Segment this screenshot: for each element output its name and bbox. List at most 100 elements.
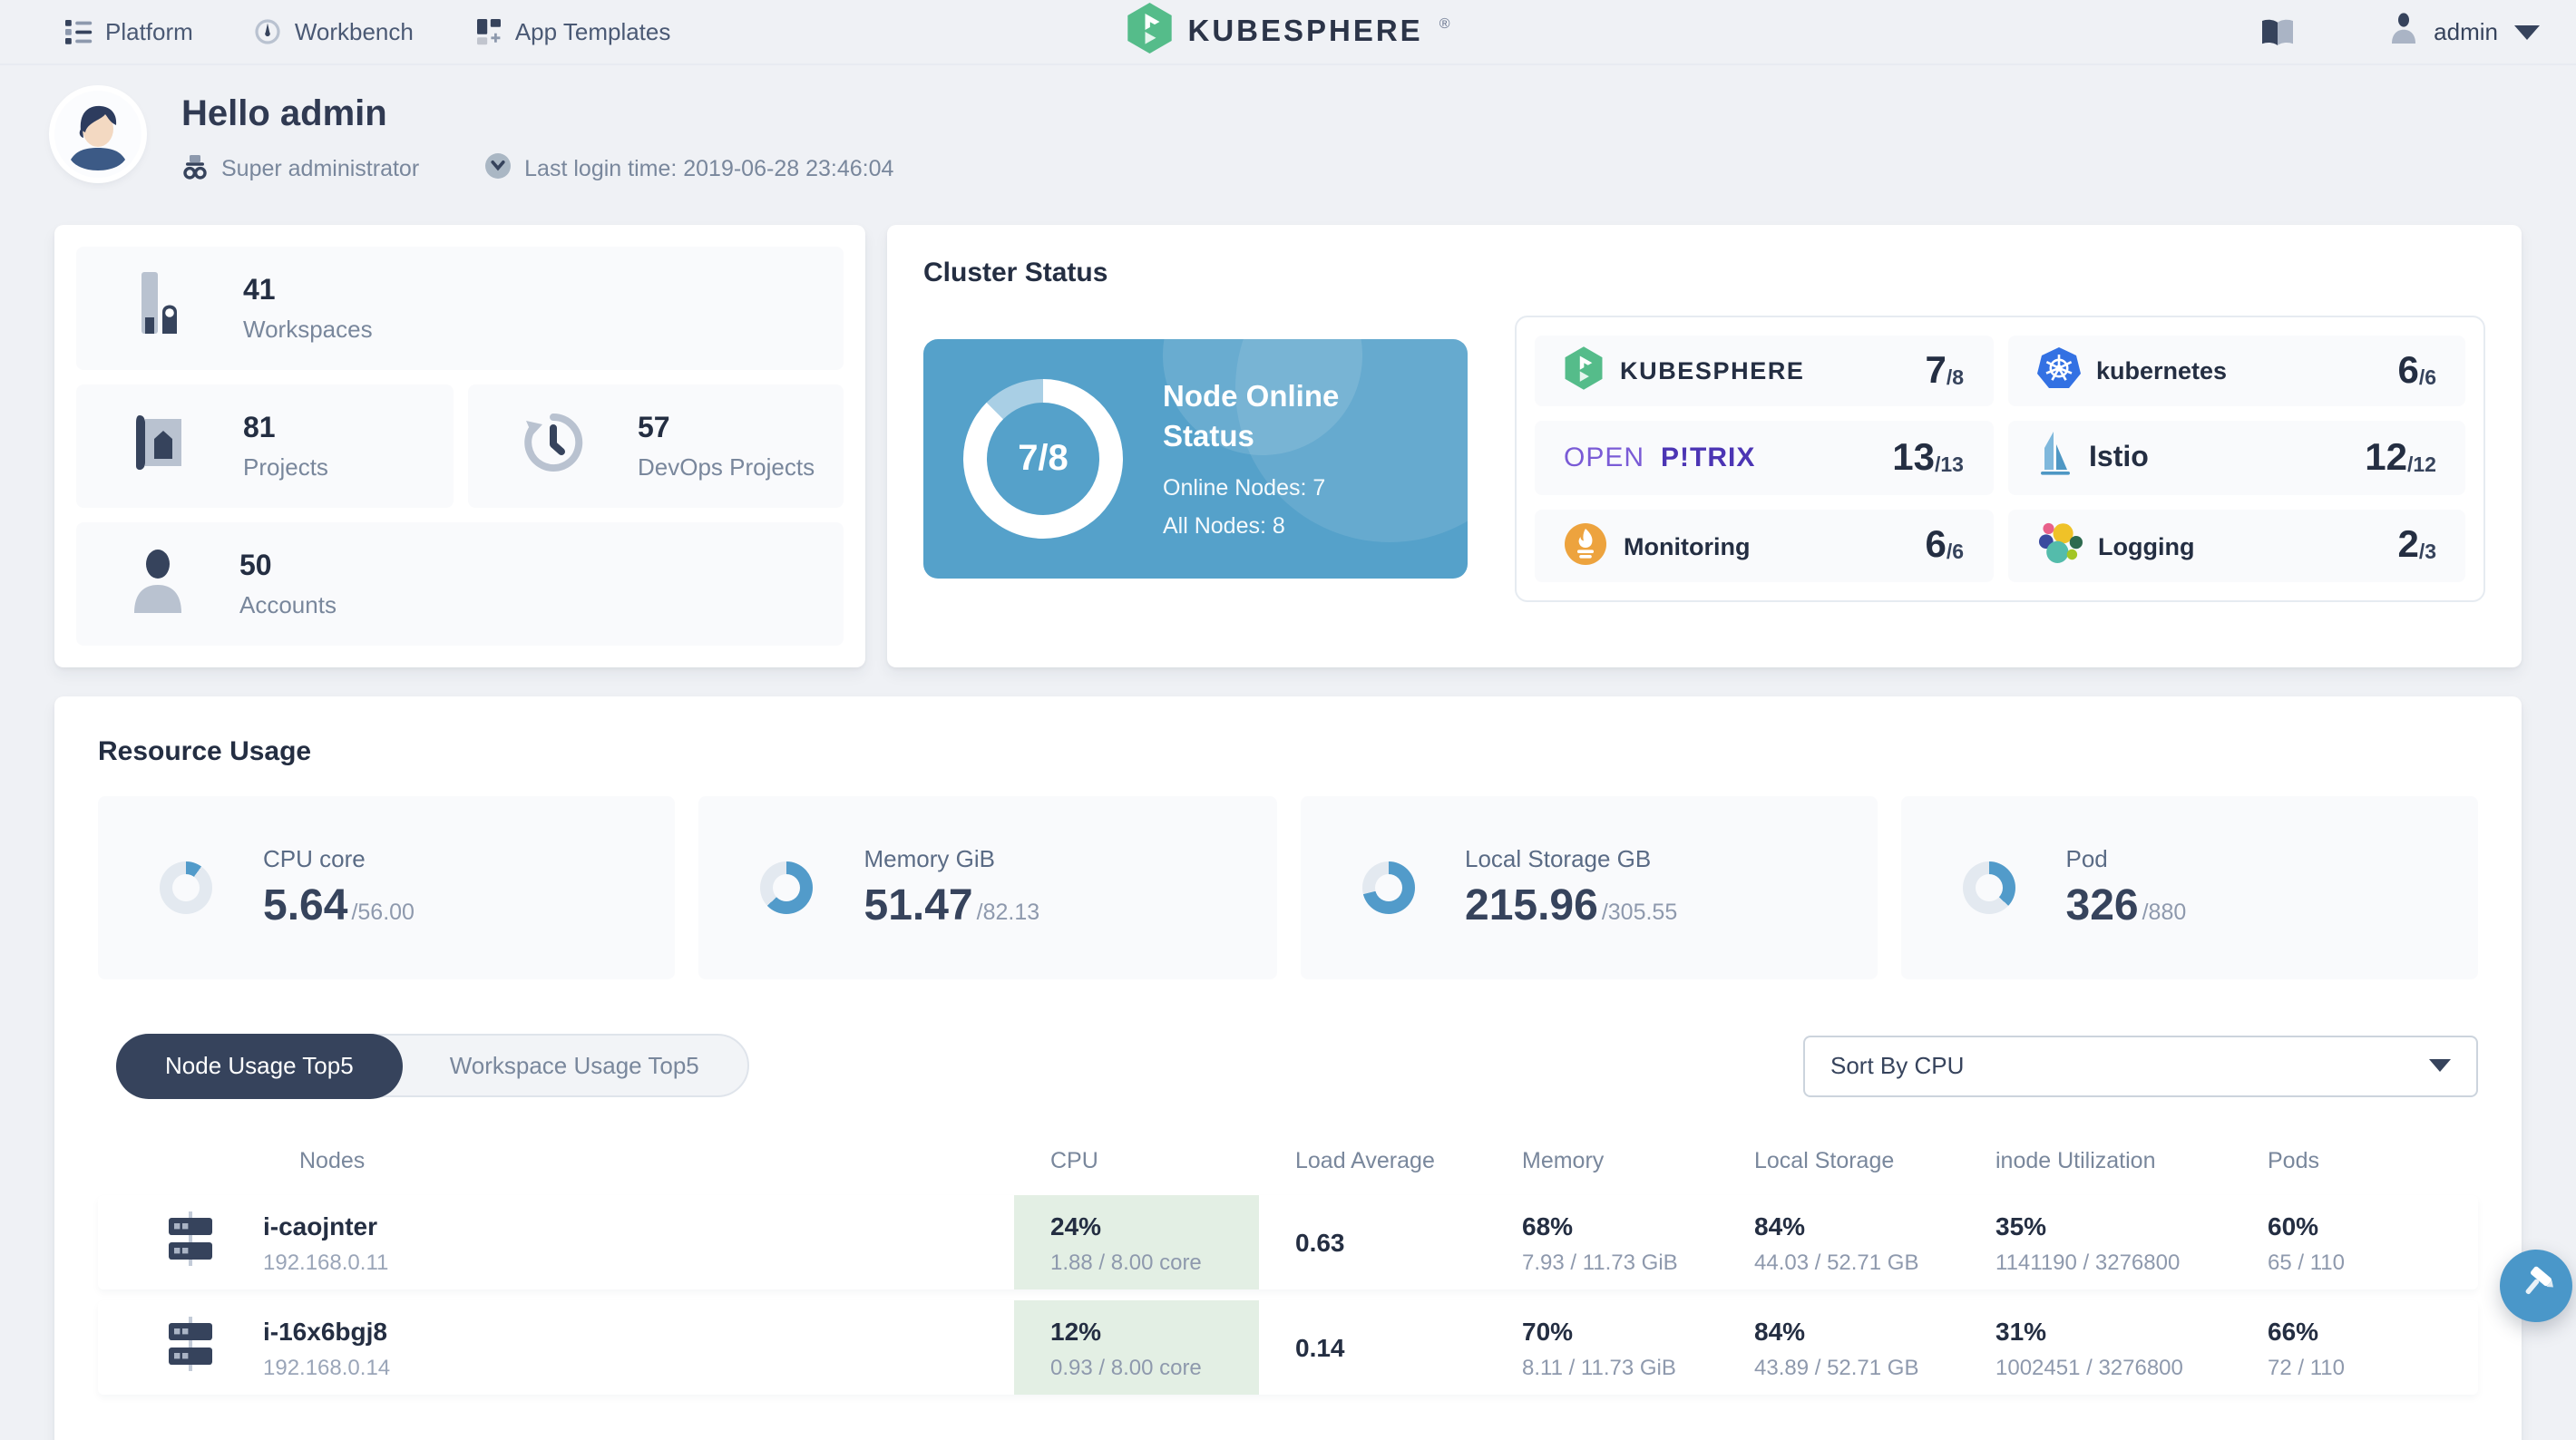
memory-donut <box>760 861 814 914</box>
col-header-inode: inode Utilization <box>1995 1148 2156 1173</box>
user-menu[interactable]: admin <box>2388 12 2540 52</box>
component-istio: Istio 12/12 <box>2007 421 2465 495</box>
platform-stats-card: 41 Workspaces 81 Projects 57 DevOps Proj… <box>54 225 865 667</box>
component-total: /6 <box>1946 542 1964 564</box>
nav-workbench-label: Workbench <box>294 18 414 45</box>
resource-total: /880 <box>2142 899 2187 924</box>
stat-tile-accounts[interactable]: 50 Accounts <box>76 522 844 646</box>
projects-count: 81 <box>243 413 276 443</box>
component-value: 6 <box>1925 524 1947 566</box>
local-storage-cell: 84% 44.03 / 52.71 GB <box>1754 1211 1919 1274</box>
projects-icon <box>131 411 189 482</box>
user-role-label: Super administrator <box>221 156 420 181</box>
nav-app-templates[interactable]: App Templates <box>475 18 671 45</box>
user-role: Super administrator <box>181 153 419 184</box>
kubesphere-logo-icon <box>1126 2 1173 62</box>
resource-used: 5.64 <box>263 881 348 929</box>
col-header-load: Load Average <box>1295 1148 1435 1173</box>
pod-donut <box>1962 861 2015 914</box>
node-ip: 192.168.0.14 <box>263 1354 391 1379</box>
table-row-node-2[interactable]: i-16x6bgj8 192.168.0.14 12% 0.93 / 8.00 … <box>98 1300 2478 1395</box>
stat-tile-devops[interactable]: 57 DevOps Projects <box>467 384 844 508</box>
caret-down-icon <box>2429 1059 2451 1072</box>
devops-projects-icon <box>522 411 583 482</box>
node-name[interactable]: i-16x6bgj8 <box>263 1316 390 1345</box>
resource-tile-memory: Memory GiB 51.47/82.13 <box>698 796 1276 979</box>
table-row-node-1[interactable]: i-caojnter 192.168.0.11 24% 1.88 / 8.00 … <box>98 1195 2478 1289</box>
memory-cell: 70% 8.11 / 11.73 GiB <box>1522 1316 1676 1379</box>
workspaces-label: Workspaces <box>243 315 373 342</box>
brand-registered-mark: ® <box>1439 15 1450 31</box>
nav-app-templates-label: App Templates <box>514 18 671 45</box>
chevron-down-icon <box>2514 24 2540 39</box>
usage-tabs: Node Usage Top5 Workspace Usage Top5 <box>116 1033 750 1098</box>
component-kubernetes: kubernetes 6/6 <box>2007 336 2465 406</box>
component-total: /8 <box>1946 367 1964 389</box>
toolbox-button[interactable] <box>2500 1250 2572 1322</box>
openpitrix-logo: OPEN P!TRIX <box>1564 443 1756 473</box>
documentation-icon[interactable] <box>2259 17 2294 46</box>
last-login: Last login time: 2019-06-28 23:46:04 <box>484 152 893 185</box>
resource-label: CPU core <box>263 844 366 871</box>
component-monitoring: Monitoring 6/6 <box>1535 510 1993 582</box>
inode-cell: 35% 1141190 / 3276800 <box>1995 1211 2181 1274</box>
stat-tile-projects[interactable]: 81 Projects <box>76 384 453 508</box>
tab-workspace-usage-top5[interactable]: Workspace Usage Top5 <box>401 1034 748 1097</box>
avatar[interactable] <box>54 91 141 178</box>
role-icon <box>181 153 209 184</box>
online-nodes-count: Online Nodes: 7 <box>1163 474 1326 501</box>
load-average-cell: 0.14 <box>1295 1333 1345 1362</box>
stat-tile-workspaces[interactable]: 41 Workspaces <box>76 247 844 370</box>
node-online-ratio: 7/8 <box>1018 438 1068 478</box>
component-total: /6 <box>2418 367 2436 389</box>
kubesphere-logo[interactable]: KUBESPHERE ® <box>1126 2 1450 62</box>
cluster-status-title: Cluster Status <box>923 258 1108 288</box>
component-name: Monitoring <box>1624 532 1751 559</box>
topbar-right-group: admin <box>2259 12 2540 52</box>
node-ip: 192.168.0.11 <box>263 1249 389 1274</box>
node-online-donut: 7/8 <box>963 379 1123 539</box>
projects-label: Projects <box>243 452 328 480</box>
resource-label: Memory GiB <box>864 844 995 871</box>
kubesphere-icon <box>1564 346 1604 395</box>
pods-cell: 60% 65 / 110 <box>2268 1211 2345 1274</box>
usage-controls: Node Usage Top5 Workspace Usage Top5 Sor… <box>98 1033 2478 1098</box>
components-grid: KUBESPHERE 7/8 kubernetes 6/6 OPEN P!TRIX… <box>1515 316 2485 602</box>
nav-platform[interactable]: Platform <box>65 18 193 45</box>
greeting-title: Hello admin <box>181 94 387 134</box>
resource-used: 326 <box>2065 881 2139 929</box>
top-nav-bar: Platform Workbench App Templates KUBESPH… <box>0 0 2576 65</box>
component-name: Logging <box>2098 532 2195 559</box>
sort-by-value: Sort By CPU <box>1830 1052 1965 1079</box>
nav-platform-label: Platform <box>105 18 193 45</box>
load-average-cell: 0.63 <box>1295 1228 1345 1257</box>
workbench-icon <box>255 18 282 45</box>
brand-name: KUBESPHERE <box>1187 15 1423 47</box>
hammer-icon <box>2516 1261 2556 1310</box>
tab-node-usage-top5[interactable]: Node Usage Top5 <box>116 1033 403 1098</box>
col-header-pods: Pods <box>2268 1148 2319 1173</box>
platform-icon <box>65 18 93 45</box>
sort-by-dropdown[interactable]: Sort By CPU <box>1803 1035 2478 1096</box>
component-value: 7 <box>1925 349 1947 391</box>
istio-icon <box>2036 432 2073 484</box>
server-icon <box>163 1211 218 1274</box>
col-header-storage: Local Storage <box>1754 1148 1895 1173</box>
local-storage-cell: 84% 43.89 / 52.71 GB <box>1754 1316 1919 1379</box>
resource-tile-storage: Local Storage GB 215.96/305.55 <box>1300 796 1878 979</box>
node-name[interactable]: i-caojnter <box>263 1211 388 1240</box>
accounts-label: Accounts <box>239 590 337 618</box>
component-value: 13 <box>1892 436 1935 478</box>
nav-workbench[interactable]: Workbench <box>255 18 414 45</box>
kubesphere-dashboard: Platform Workbench App Templates KUBESPH… <box>0 0 2576 1440</box>
user-icon <box>2388 12 2417 52</box>
resource-label: Local Storage GB <box>1465 844 1652 871</box>
user-greeting-header: Hello admin Super administrator Last log… <box>0 65 2576 185</box>
devops-label: DevOps Projects <box>638 452 815 480</box>
resource-tile-cpu: CPU core 5.64/56.00 <box>98 796 676 979</box>
clock-icon <box>484 152 512 185</box>
kubernetes-icon <box>2036 346 2080 395</box>
col-header-nodes: Nodes <box>299 1148 366 1173</box>
cpu-donut <box>160 861 212 914</box>
resource-total: /305.55 <box>1601 899 1678 924</box>
